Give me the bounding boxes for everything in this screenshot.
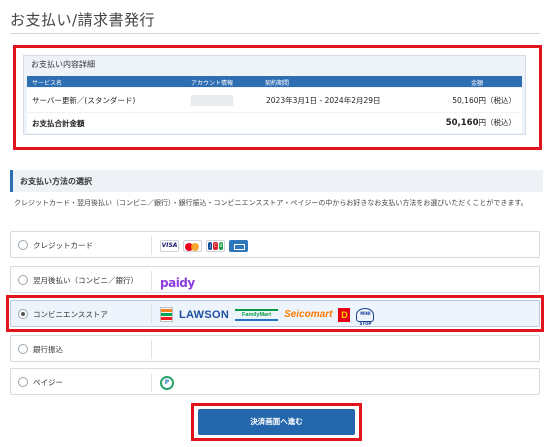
visa-icon: VISA: [160, 239, 179, 252]
service-name: サーバー更新／(スタンダード): [32, 96, 136, 105]
option-payeasy[interactable]: ペイジー P: [10, 368, 540, 395]
option-divider: [151, 236, 152, 255]
column-service: サービス名: [32, 80, 63, 87]
radio-credit-card[interactable]: [18, 240, 28, 250]
mastercard-icon: [183, 239, 202, 252]
details-table-header: サービス名 アカウント情報 契約期間 金額: [27, 76, 522, 87]
seven-eleven-icon: [160, 307, 173, 322]
details-row: サーバー更新／(スタンダード) 2023年3月1日 - 2024年2月29日 5…: [27, 88, 522, 112]
option-divider: [151, 340, 152, 359]
option-deferred-payment[interactable]: 翌月後払い（コンビニ／銀行） paidy: [10, 266, 540, 293]
amex-icon: [229, 239, 248, 252]
option-label-credit-card: クレジットカード: [33, 241, 93, 250]
jcb-letter-b: B: [218, 241, 223, 250]
title-divider: [10, 33, 540, 34]
radio-bank-transfer[interactable]: [18, 344, 28, 354]
option-divider: [151, 305, 152, 324]
jcb-letter-c: C: [213, 241, 218, 250]
option-label-bank-transfer: 銀行振込: [33, 345, 63, 354]
jcb-letter-j: J: [208, 241, 213, 250]
paidy-icon: paidy: [160, 275, 195, 290]
radio-payeasy[interactable]: [18, 377, 28, 387]
credit-card-logos: VISA J C B: [160, 232, 248, 259]
column-period: 契約期間: [265, 80, 290, 87]
deferred-logos: paidy: [160, 267, 195, 294]
option-label-payeasy: ペイジー: [33, 378, 63, 387]
proceed-to-payment-button[interactable]: 決済画面へ進む: [198, 409, 355, 435]
details-title: お支払い内容詳細: [31, 60, 95, 69]
details-total-row: お支払合計金額 50,160円（税込）: [27, 113, 522, 133]
ministop-icon: MINI STOP: [356, 307, 375, 326]
radio-deferred-payment[interactable]: [18, 275, 28, 285]
payeasy-logos: P: [160, 369, 174, 396]
row-amount: 50,160円（税込）: [452, 96, 516, 105]
option-label-deferred-payment: 翌月後払い（コンビニ／銀行）: [33, 276, 138, 285]
option-bank-transfer[interactable]: 銀行振込: [10, 335, 540, 362]
total-suffix: 円（税込）: [478, 118, 517, 127]
page-title: お支払い/請求書発行: [10, 11, 156, 29]
method-description: クレジットカード・翌月後払い（コンビニ／銀行）・銀行振込・コンビニエンスストア・…: [14, 199, 528, 207]
radio-convenience-store[interactable]: [18, 309, 28, 319]
jcb-icon: J C B: [206, 239, 225, 252]
contract-period: 2023年3月1日 - 2024年2月29日: [266, 96, 381, 105]
column-account: アカウント情報: [191, 80, 234, 87]
total-amount-wrap: 50,160円（税込）: [446, 117, 516, 128]
payment-details-card: お支払い内容詳細 サービス名 アカウント情報 契約期間 金額 サーバー更新／(ス…: [23, 55, 526, 135]
familymart-icon: FamilyMart: [235, 308, 279, 321]
account-info-blank: [191, 95, 233, 106]
option-divider: [151, 271, 152, 290]
option-credit-card[interactable]: クレジットカード VISA J C B: [10, 231, 540, 258]
option-convenience-store[interactable]: コンビニエンスストア LAWSON FamilyMart Seicomart D…: [10, 300, 540, 327]
payeasy-icon: P: [160, 375, 174, 390]
daily-yamazaki-icon: D: [338, 307, 351, 322]
option-divider: [151, 373, 152, 392]
convenience-store-logos: LAWSON FamilyMart Seicomart D MINI STOP: [160, 301, 375, 328]
lawson-icon: LAWSON: [179, 308, 230, 321]
method-section-header: お支払い方法の選択: [10, 170, 543, 192]
total-label: お支払合計金額: [32, 119, 85, 128]
total-amount: 50,160: [445, 118, 479, 128]
seicomart-icon: Seicomart: [284, 309, 333, 320]
column-amount: 金額: [471, 80, 484, 87]
option-label-convenience-store: コンビニエンスストア: [33, 310, 108, 319]
